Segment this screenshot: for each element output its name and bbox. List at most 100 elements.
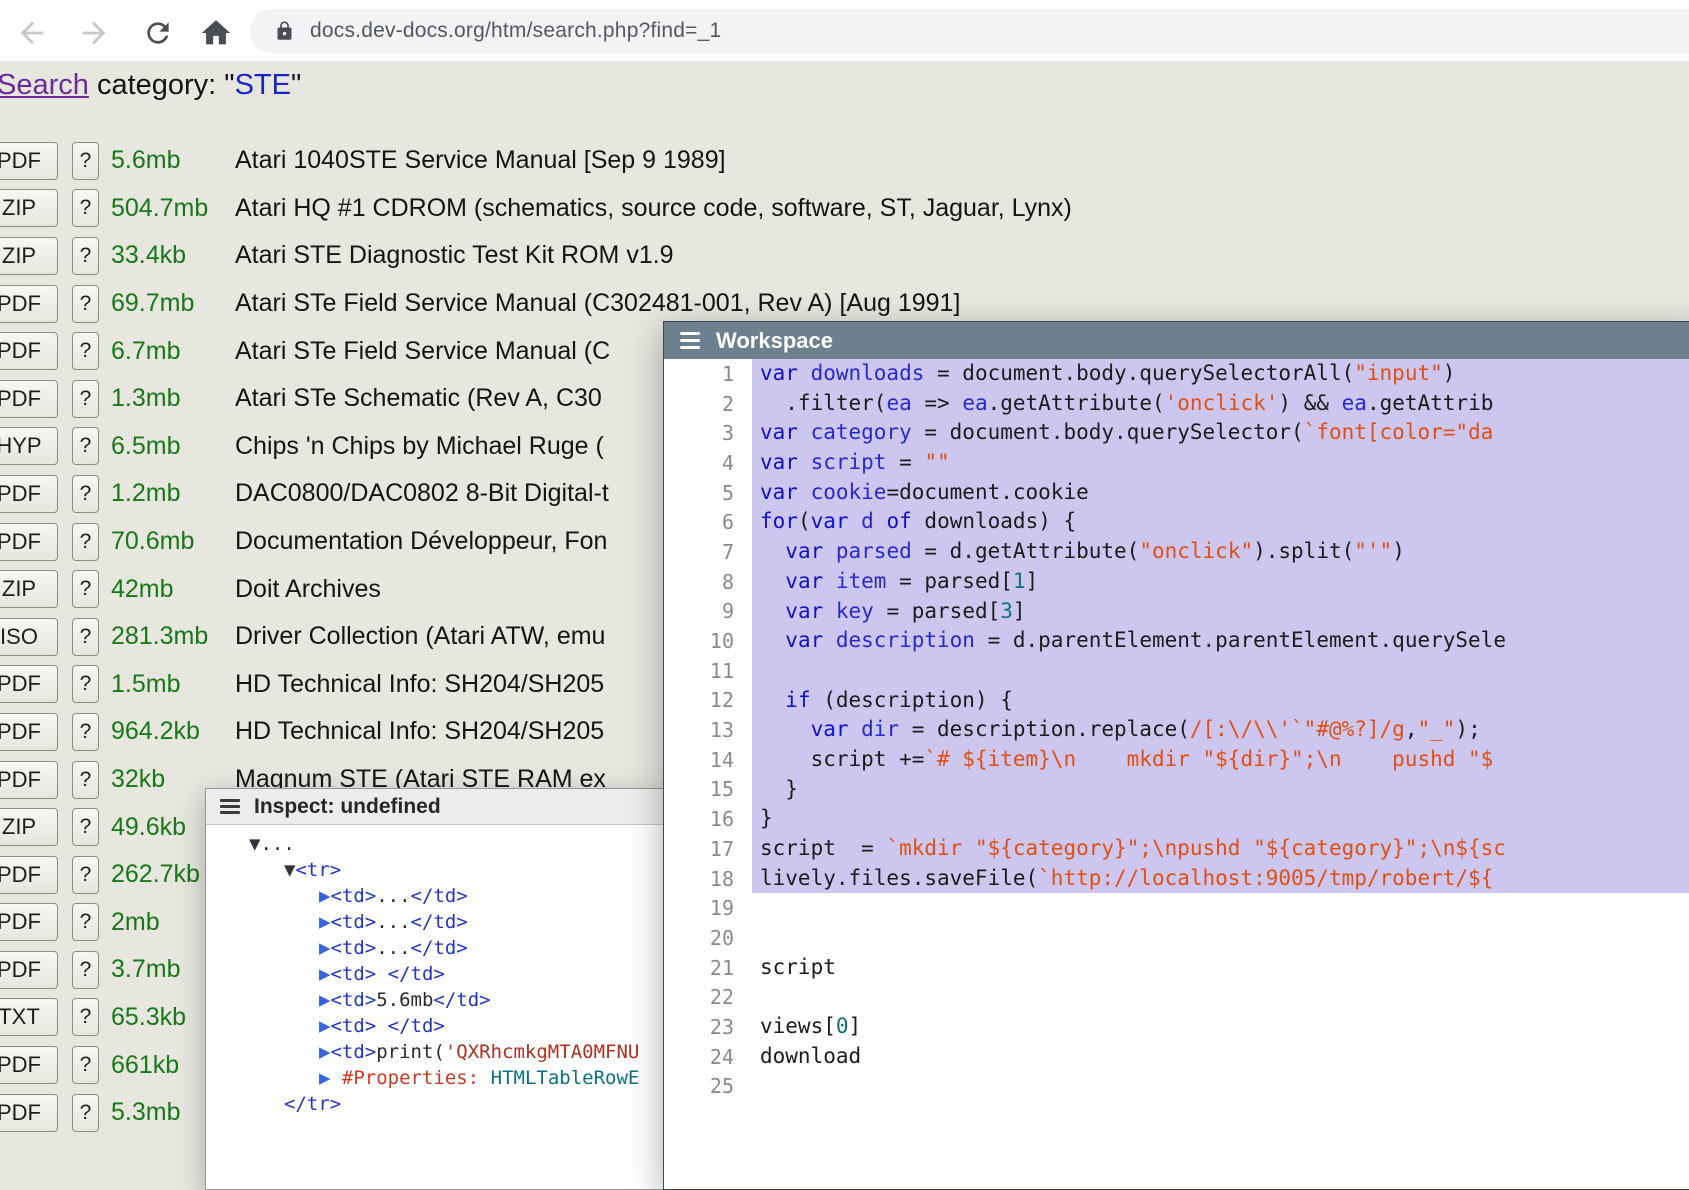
- back-button[interactable]: [12, 13, 52, 53]
- inspector-titlebar[interactable]: Inspect: undefined: [206, 789, 666, 825]
- code-token: script =: [760, 836, 886, 860]
- code-line: 12 if (description) {: [664, 686, 1689, 716]
- file-type-button[interactable]: ZIP: [0, 808, 58, 846]
- menu-icon[interactable]: [220, 799, 240, 814]
- disclosure-triangle-icon[interactable]: ▶: [319, 989, 330, 1011]
- tree-node[interactable]: ▶<td> </td>: [206, 961, 666, 987]
- tree-node[interactable]: ▶<td>print('QXRhcmkgMTA0MFNU: [206, 1039, 666, 1065]
- tree-node[interactable]: ▶<td>5.6mb</td>: [206, 987, 666, 1013]
- home-button[interactable]: [196, 13, 236, 53]
- workspace-titlebar[interactable]: Workspace: [664, 322, 1689, 359]
- file-type-button[interactable]: PDF: [0, 903, 58, 941]
- tree-token: <td>: [330, 937, 376, 959]
- code-token: item: [836, 569, 887, 593]
- file-type-button[interactable]: PDF: [0, 332, 58, 370]
- file-type-button[interactable]: PDF: [0, 1094, 58, 1132]
- disclosure-triangle-icon[interactable]: ▶: [319, 1067, 342, 1089]
- tree-node[interactable]: ▶<td>...</td>: [206, 883, 666, 909]
- tree-node[interactable]: ▶<td>...</td>: [206, 935, 666, 961]
- code-text: script: [752, 953, 1689, 983]
- file-type-button[interactable]: ZIP: [0, 237, 58, 275]
- menu-icon[interactable]: [680, 332, 700, 349]
- tree-token: [376, 963, 387, 985]
- code-line: 10 var description = d.parentElement.par…: [664, 626, 1689, 656]
- disclosure-triangle-icon[interactable]: ▶: [319, 1015, 330, 1037]
- line-number: 19: [664, 896, 752, 920]
- code-token: ).split(: [1253, 539, 1354, 563]
- help-button[interactable]: ?: [72, 189, 99, 227]
- code-text: [752, 893, 1689, 923]
- tree-node[interactable]: ▶ #Properties: HTMLTableRowE: [206, 1065, 666, 1091]
- disclosure-triangle-icon[interactable]: ▶: [319, 963, 330, 985]
- help-button[interactable]: ?: [72, 618, 99, 656]
- disclosure-triangle-icon[interactable]: ▼: [284, 859, 295, 881]
- search-link[interactable]: Search: [0, 69, 89, 101]
- help-button[interactable]: ?: [72, 1046, 99, 1084]
- tree-node[interactable]: ▼...: [206, 831, 666, 857]
- file-size: 1.5mb: [111, 670, 231, 699]
- tree-node[interactable]: ▶<td> </td>: [206, 1013, 666, 1039]
- tree-node[interactable]: ▶<td>...</td>: [206, 909, 666, 935]
- code-token: ): [1443, 361, 1456, 385]
- file-type-button[interactable]: PDF: [0, 665, 58, 703]
- help-button[interactable]: ?: [72, 903, 99, 941]
- tree-token: <td>: [330, 989, 376, 1011]
- reload-button[interactable]: [138, 13, 178, 53]
- file-type-button[interactable]: PDF: [0, 856, 58, 894]
- disclosure-triangle-icon[interactable]: ▶: [319, 885, 330, 907]
- help-button[interactable]: ?: [72, 285, 99, 323]
- help-button[interactable]: ?: [72, 427, 99, 465]
- help-button[interactable]: ?: [72, 475, 99, 513]
- help-button[interactable]: ?: [72, 761, 99, 799]
- code-token: = parsed[: [874, 599, 1000, 623]
- help-button[interactable]: ?: [72, 713, 99, 751]
- help-button[interactable]: ?: [72, 237, 99, 275]
- help-button[interactable]: ?: [72, 570, 99, 608]
- code-token: ) &&: [1278, 391, 1341, 415]
- disclosure-triangle-icon[interactable]: ▶: [319, 1041, 330, 1063]
- line-number: 10: [664, 629, 752, 653]
- file-type-button[interactable]: PDF: [0, 951, 58, 989]
- inspector-tree[interactable]: ▼...▼<tr>▶<td>...</td>▶<td>...</td>▶<td>…: [206, 825, 666, 1117]
- tree-node[interactable]: </tr>: [206, 1091, 666, 1117]
- help-button[interactable]: ?: [72, 332, 99, 370]
- file-type-button[interactable]: PDF: [0, 713, 58, 751]
- file-type-button[interactable]: ISO: [0, 618, 58, 656]
- tree-node[interactable]: ▼<tr>: [206, 857, 666, 883]
- file-type-button[interactable]: HYP: [0, 427, 58, 465]
- code-line: 11: [664, 656, 1689, 686]
- forward-button[interactable]: [74, 13, 114, 53]
- help-button[interactable]: ?: [72, 523, 99, 561]
- disclosure-triangle-icon[interactable]: ▶: [319, 911, 330, 933]
- file-type-button[interactable]: PDF: [0, 285, 58, 323]
- file-type-button[interactable]: ZIP: [0, 570, 58, 608]
- file-type-button[interactable]: PDF: [0, 1046, 58, 1084]
- workspace-code[interactable]: 1var downloads = document.body.querySele…: [664, 359, 1689, 1189]
- code-text: }: [752, 775, 1689, 805]
- disclosure-triangle-icon[interactable]: ▶: [319, 937, 330, 959]
- help-button[interactable]: ?: [72, 951, 99, 989]
- code-line: 19: [664, 893, 1689, 923]
- file-type-button[interactable]: PDF: [0, 523, 58, 561]
- file-type-button[interactable]: TXT: [0, 998, 58, 1036]
- help-button[interactable]: ?: [72, 1094, 99, 1132]
- code-line: 18lively.files.saveFile(`http://localhos…: [664, 864, 1689, 894]
- disclosure-triangle-icon[interactable]: ▼: [249, 833, 260, 855]
- help-button[interactable]: ?: [72, 380, 99, 418]
- help-button[interactable]: ?: [72, 808, 99, 846]
- help-button[interactable]: ?: [72, 998, 99, 1036]
- code-token: [760, 599, 785, 623]
- help-button[interactable]: ?: [72, 142, 99, 180]
- search-header: Search category: "STE": [0, 69, 301, 102]
- address-bar[interactable]: docs.dev-docs.org/htm/search.php?find=_1: [250, 9, 1689, 53]
- file-type-button[interactable]: PDF: [0, 475, 58, 513]
- lock-icon[interactable]: [274, 19, 295, 43]
- file-type-button[interactable]: PDF: [0, 142, 58, 180]
- code-line: 17script = `mkdir "${category}";\npushd …: [664, 834, 1689, 864]
- file-type-button[interactable]: PDF: [0, 761, 58, 799]
- file-type-button[interactable]: PDF: [0, 380, 58, 418]
- file-title: Driver Collection (Atari ATW, emu: [235, 622, 605, 651]
- help-button[interactable]: ?: [72, 665, 99, 703]
- file-type-button[interactable]: ZIP: [0, 189, 58, 227]
- help-button[interactable]: ?: [72, 856, 99, 894]
